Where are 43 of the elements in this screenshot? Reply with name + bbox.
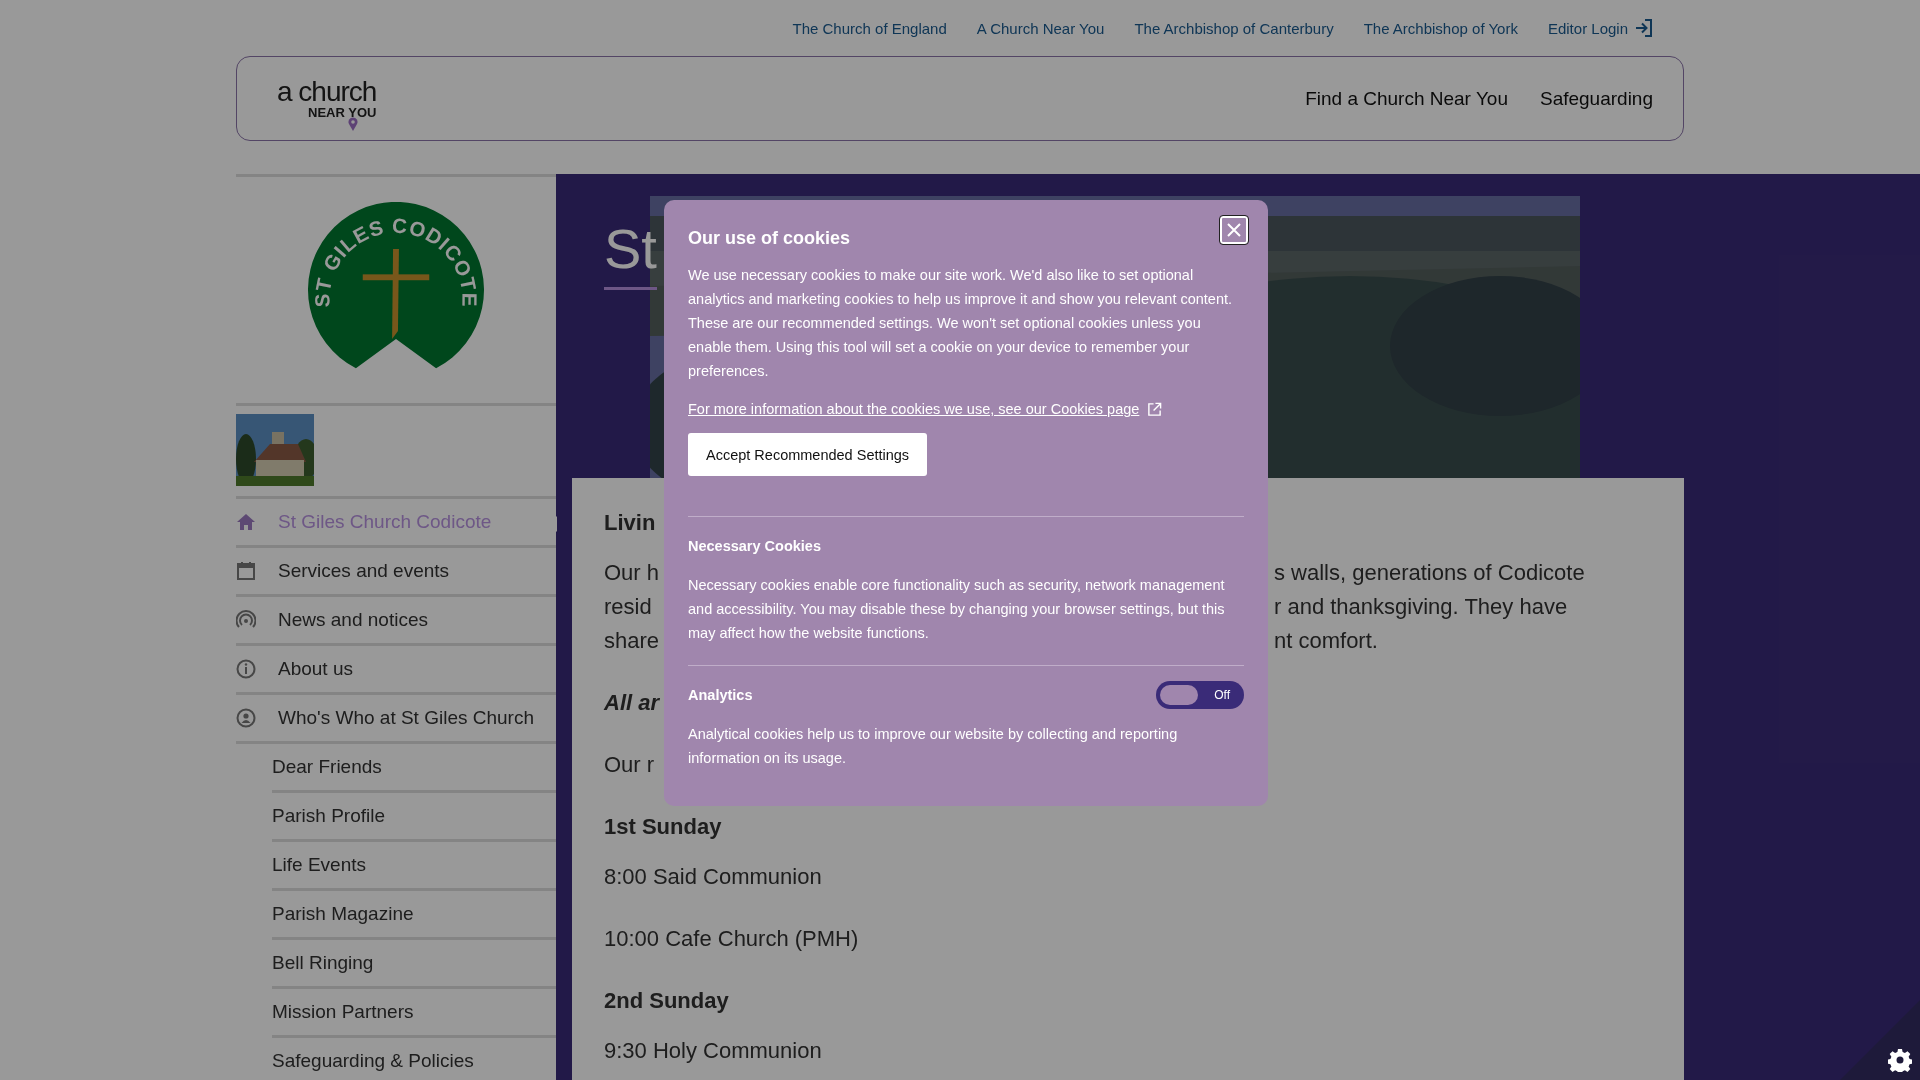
top-link[interactable]: The Church of England (792, 19, 947, 37)
logo-text[interactable]: NEAR YOU (308, 106, 377, 119)
info-icon (236, 659, 258, 679)
page-title: St (604, 216, 657, 290)
external-link-icon[interactable] (1147, 401, 1163, 417)
section-heading: Livin (604, 510, 656, 536)
body-text: Our h (604, 560, 660, 586)
top-link[interactable]: A Church Near You (976, 19, 1105, 37)
close-button[interactable] (1220, 216, 1248, 244)
dialog-text: Necessary cookies enable core functionality such as security, network management and accessibility. You may disable these by changing your browser settings, but this may affect how the website functions. (688, 576, 1226, 643)
top-link[interactable]: The Archbishop of Canterbury (1134, 19, 1334, 37)
logo-text[interactable]: a church (277, 78, 377, 106)
body-text: 10:00 Cafe Church (PMH) (604, 926, 859, 952)
dialog-text: We use necessary cookies to make our site work. We'd also like to set optional analytics and marketing cookies to help us improve it and show you relevant content. These are our recommended settings. We won't set optional cookies unless you enable them. Using this tool will set a cookie on your device to remember your preferences. (688, 266, 1234, 381)
calendar-icon (236, 561, 258, 581)
body-text: r and thanksgiving. They have (1274, 594, 1568, 620)
body-text: 9:30 Holy Communion (604, 1038, 822, 1064)
body-text: All ar (604, 690, 660, 716)
accept-button[interactable]: Accept Recommended Settings (688, 433, 928, 476)
cookies-page-link[interactable]: For more information about the cookies we use, see our Cookies page (688, 401, 1140, 417)
section-heading: 1st Sunday (604, 814, 722, 840)
close-icon[interactable] (1226, 222, 1242, 238)
body-text: Our r (604, 752, 655, 778)
login-icon[interactable] (1634, 18, 1654, 38)
nav-link[interactable]: Find a Church Near You (1305, 87, 1508, 110)
body-text: nt comfort. (1274, 628, 1378, 654)
body-text: s walls, generations of Codicote (1274, 560, 1585, 586)
body-text: share (604, 628, 660, 654)
section-title: Analytics (688, 687, 753, 703)
toggle-switch[interactable]: Off (1156, 681, 1244, 709)
body-text: 8:00 Said Communion (604, 864, 822, 890)
location-pin-icon (348, 117, 359, 131)
broadcast-icon (236, 610, 258, 630)
person-icon (236, 708, 258, 728)
settings-icon[interactable] (1888, 1048, 1912, 1072)
section-title: Necessary Cookies (688, 538, 821, 554)
section-heading: 2nd Sunday (604, 988, 729, 1014)
login-link[interactable]: Editor Login (1547, 19, 1628, 37)
top-link[interactable]: The Archbishop of York (1363, 19, 1518, 37)
dialog-text: Analytical cookies help us to improve our website by collecting and reporting information on its usage. (688, 725, 1179, 768)
nav-link[interactable]: Safeguarding (1539, 87, 1653, 110)
body-text: resid (604, 594, 652, 620)
dialog-title: Our use of cookies (688, 228, 851, 249)
